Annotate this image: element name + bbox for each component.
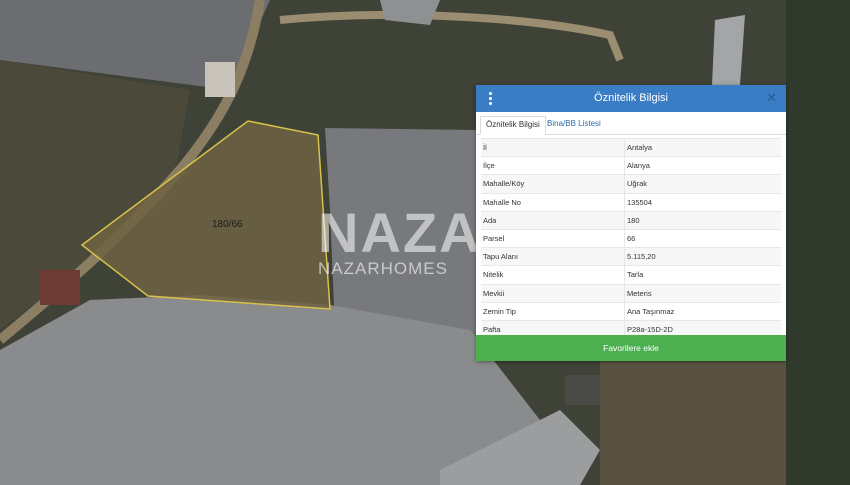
- attribute-key: İl: [481, 137, 625, 157]
- table-row: Zemin Tip Ana Taşınmaz: [481, 301, 781, 321]
- attribute-value: Uğrak: [624, 174, 781, 194]
- attribute-value: Tarla: [624, 265, 781, 284]
- attribute-key: Mevkii: [481, 283, 625, 303]
- vegetation: [786, 0, 850, 485]
- attribute-table: İl Antalya İlçe Alanya Mahalle/Köy Uğrak Mahal…: [481, 137, 781, 339]
- table-row: İlçe Alanya: [481, 156, 781, 175]
- table-row: İl Antalya: [481, 137, 781, 157]
- close-icon[interactable]: ✕: [766, 90, 777, 106]
- attribute-value: Meteris: [624, 283, 781, 303]
- attribute-value: 135504: [624, 192, 781, 212]
- attribute-key: Zemin Tip: [481, 301, 625, 321]
- attribute-value: 180: [624, 210, 781, 230]
- table-row: Tapu Alanı 5.115,20: [481, 247, 781, 266]
- tab-building-list[interactable]: Bina/BB Listesi: [542, 116, 606, 131]
- attribute-value: Antalya: [624, 137, 781, 157]
- table-row: Parsel 66: [481, 228, 781, 248]
- attribute-key: Tapu Alanı: [481, 247, 625, 266]
- terrain: [600, 361, 786, 485]
- add-to-favorites-button[interactable]: Favorilere ekle: [476, 335, 786, 361]
- panel-title: Öznitelik Bilgisi: [594, 92, 668, 104]
- attribute-key: İlçe: [481, 156, 625, 175]
- attribute-key: Mahalle/Köy: [481, 174, 625, 194]
- table-row: Mahalle/Köy Uğrak: [481, 174, 781, 194]
- table-row: Nitelik Tarla: [481, 265, 781, 284]
- table-row: Ada 180: [481, 210, 781, 230]
- panel-tabs: Öznitelik Bilgisi Bina/BB Listesi: [476, 112, 786, 135]
- attribute-key: Parsel: [481, 228, 625, 248]
- parcel-number-label: 180/66: [212, 219, 243, 230]
- attribute-key: Nitelik: [481, 265, 625, 284]
- attribute-value: 5.115,20: [624, 247, 781, 266]
- greenhouse-roof: [712, 15, 745, 85]
- attribute-key: Ada: [481, 210, 625, 230]
- attribute-info-panel: Öznitelik Bilgisi ✕ Öznitelik Bilgisi Bi…: [476, 85, 786, 361]
- panel-header: Öznitelik Bilgisi ✕: [476, 85, 786, 112]
- table-row: Mahalle No 135504: [481, 192, 781, 212]
- building-roof: [40, 270, 80, 305]
- tab-attribute-info[interactable]: Öznitelik Bilgisi: [480, 116, 546, 135]
- building-roof: [565, 375, 600, 405]
- table-row: Mevkii Meteris: [481, 283, 781, 303]
- attribute-value: 66: [624, 228, 781, 248]
- attribute-value: Alanya: [624, 156, 781, 175]
- attribute-value: Ana Taşınmaz: [624, 301, 781, 321]
- building-roof: [205, 62, 235, 97]
- attribute-key: Mahalle No: [481, 192, 625, 212]
